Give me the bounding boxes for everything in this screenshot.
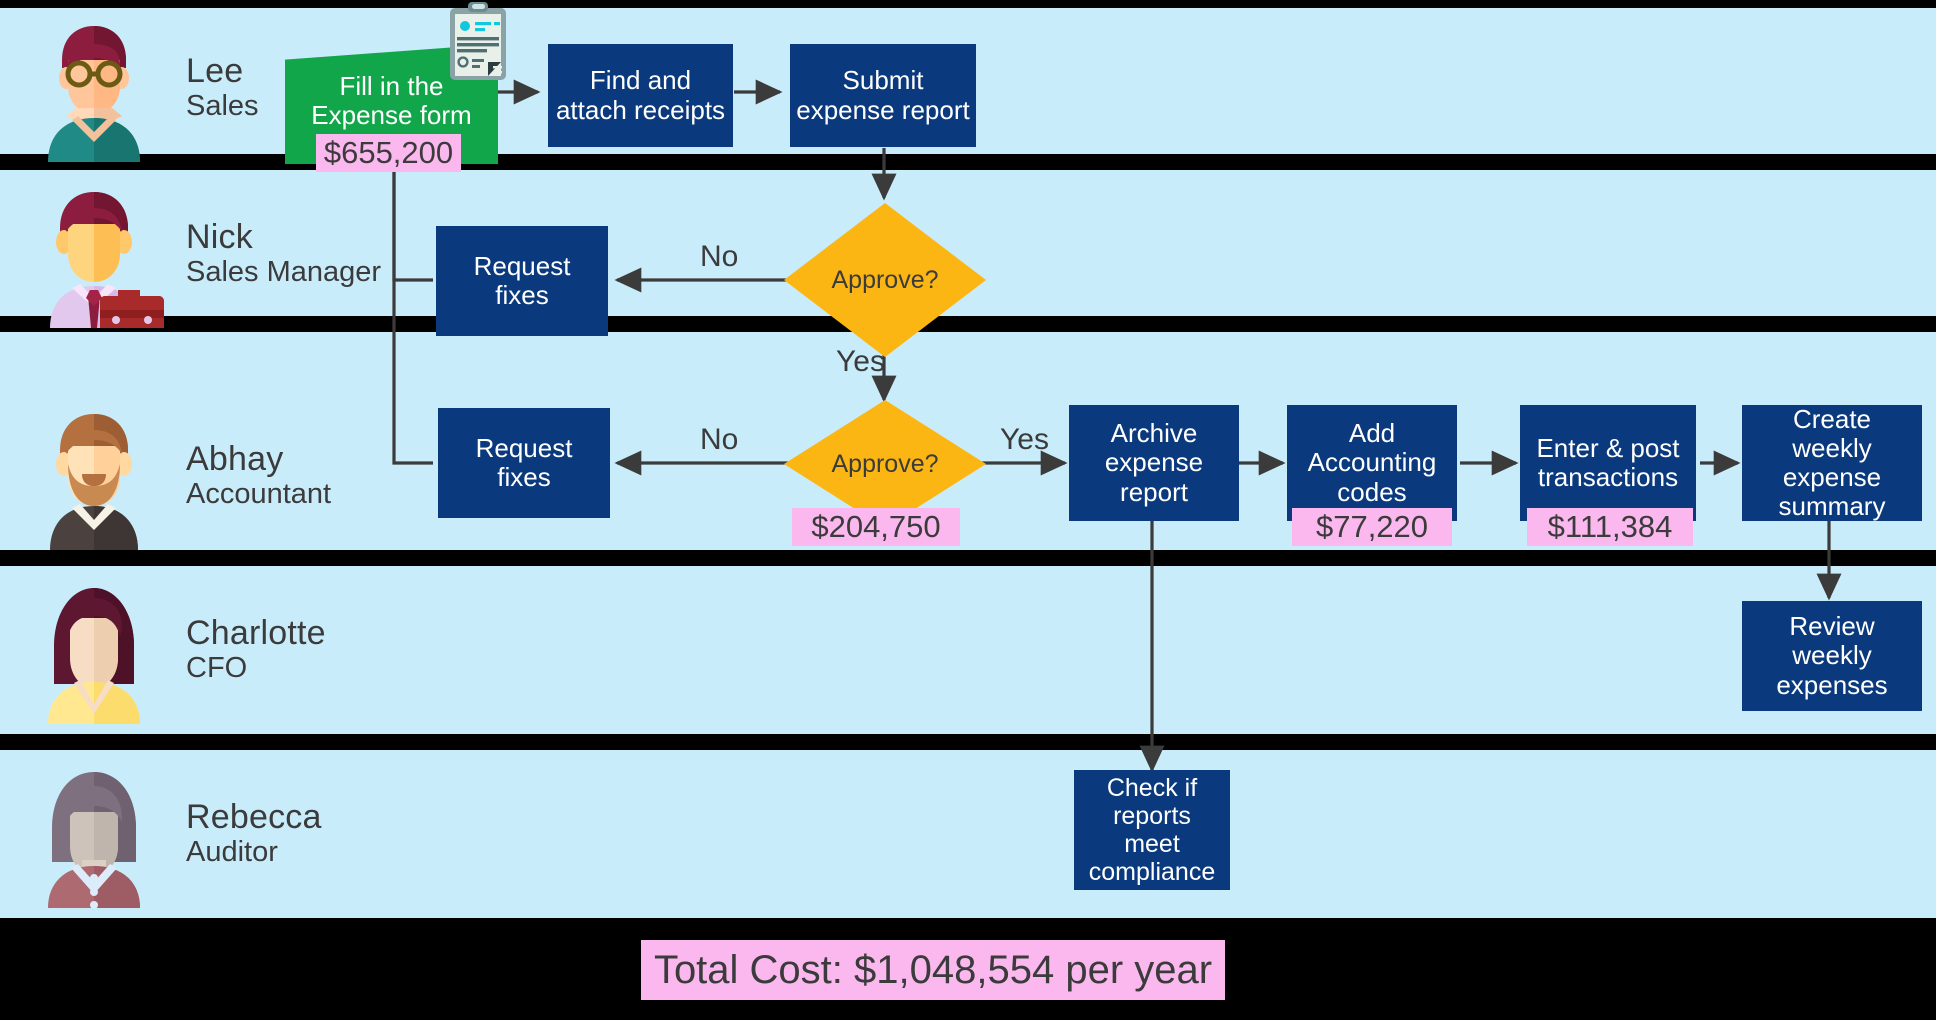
cost-acc-approve: $204,750 xyxy=(792,508,960,546)
person-abhay-icon xyxy=(24,400,164,550)
person-rebecca-icon xyxy=(24,758,164,909)
node-submit-report-label: Submit expense report xyxy=(796,65,970,125)
cost-add-codes: $77,220 xyxy=(1292,508,1452,546)
lane-name-abhay: Abhay xyxy=(186,439,284,478)
node-weekly-summary[interactable]: Create weekly expense summary xyxy=(1742,403,1922,522)
lane-role-nick: Sales Manager xyxy=(186,255,382,288)
node-mgr-approve[interactable]: Approve? xyxy=(784,203,986,357)
node-mgr-request-fixes[interactable]: Request fixes xyxy=(436,226,608,336)
node-archive-report[interactable]: Archive expense report xyxy=(1069,405,1239,521)
total-cost-banner: Total Cost: $1,048,554 per year xyxy=(641,940,1225,1000)
node-post-transactions[interactable]: Enter & post transactions xyxy=(1520,405,1696,521)
lane-name-lee: Lee xyxy=(186,51,244,90)
lane-header-abhay: Abhay Accountant xyxy=(24,400,331,550)
node-acc-request-fixes-label: Request fixes xyxy=(475,432,573,492)
lane-header-charlotte: Charlotte CFO xyxy=(24,574,326,724)
cost-post-transactions: $111,384 xyxy=(1527,508,1693,546)
person-lee-icon xyxy=(24,12,164,162)
edge-label-acc-yes: Yes xyxy=(1000,423,1049,456)
edge-label-acc-no: No xyxy=(700,423,739,456)
node-post-transactions-label: Enter & post transactions xyxy=(1536,432,1680,492)
lane-name-rebecca: Rebecca xyxy=(186,797,322,836)
node-add-codes[interactable]: Add Accounting codes xyxy=(1287,405,1457,521)
lane-header-rebecca: Rebecca Auditor xyxy=(24,758,322,909)
lane-name-nick: Nick xyxy=(186,217,253,256)
swimlane-diagram: Lee Sales Nick Sales Manager Abhay Accou… xyxy=(0,0,1936,1020)
node-acc-request-fixes[interactable]: Request fixes xyxy=(438,408,610,518)
node-submit-report[interactable]: Submit expense report xyxy=(790,44,976,147)
lane-header-nick: Nick Sales Manager xyxy=(24,178,382,340)
lane-role-abhay: Accountant xyxy=(186,477,332,510)
node-check-compliance-label: Check if reports meet compliance xyxy=(1088,774,1216,886)
clipboard-form-icon xyxy=(444,0,512,82)
node-review-expenses[interactable]: Review weekly expenses xyxy=(1742,601,1922,711)
person-charlotte-icon xyxy=(24,574,164,724)
lane-header-lee: Lee Sales xyxy=(24,12,259,162)
lane-role-charlotte: CFO xyxy=(186,651,248,684)
node-review-expenses-label: Review weekly expenses xyxy=(1776,611,1888,700)
node-weekly-summary-label: Create weekly expense summary xyxy=(1778,403,1886,522)
lane-name-charlotte: Charlotte xyxy=(186,613,326,652)
lane-role-rebecca: Auditor xyxy=(186,835,278,868)
node-archive-report-label: Archive expense report xyxy=(1104,418,1204,507)
node-add-codes-label: Add Accounting codes xyxy=(1307,418,1437,507)
person-nick-icon xyxy=(24,178,164,340)
cost-fill-form: $655,200 xyxy=(316,134,461,172)
node-attach-receipts-label: Find and attach receipts xyxy=(555,65,726,125)
node-mgr-approve-label: Approve? xyxy=(831,265,939,294)
edge-label-mgr-yes: Yes xyxy=(836,345,885,378)
node-attach-receipts[interactable]: Find and attach receipts xyxy=(548,44,733,147)
node-check-compliance[interactable]: Check if reports meet compliance xyxy=(1074,770,1230,890)
node-mgr-request-fixes-label: Request fixes xyxy=(473,250,571,310)
lane-role-lee: Sales xyxy=(186,89,259,122)
edge-label-mgr-no: No xyxy=(700,240,739,273)
